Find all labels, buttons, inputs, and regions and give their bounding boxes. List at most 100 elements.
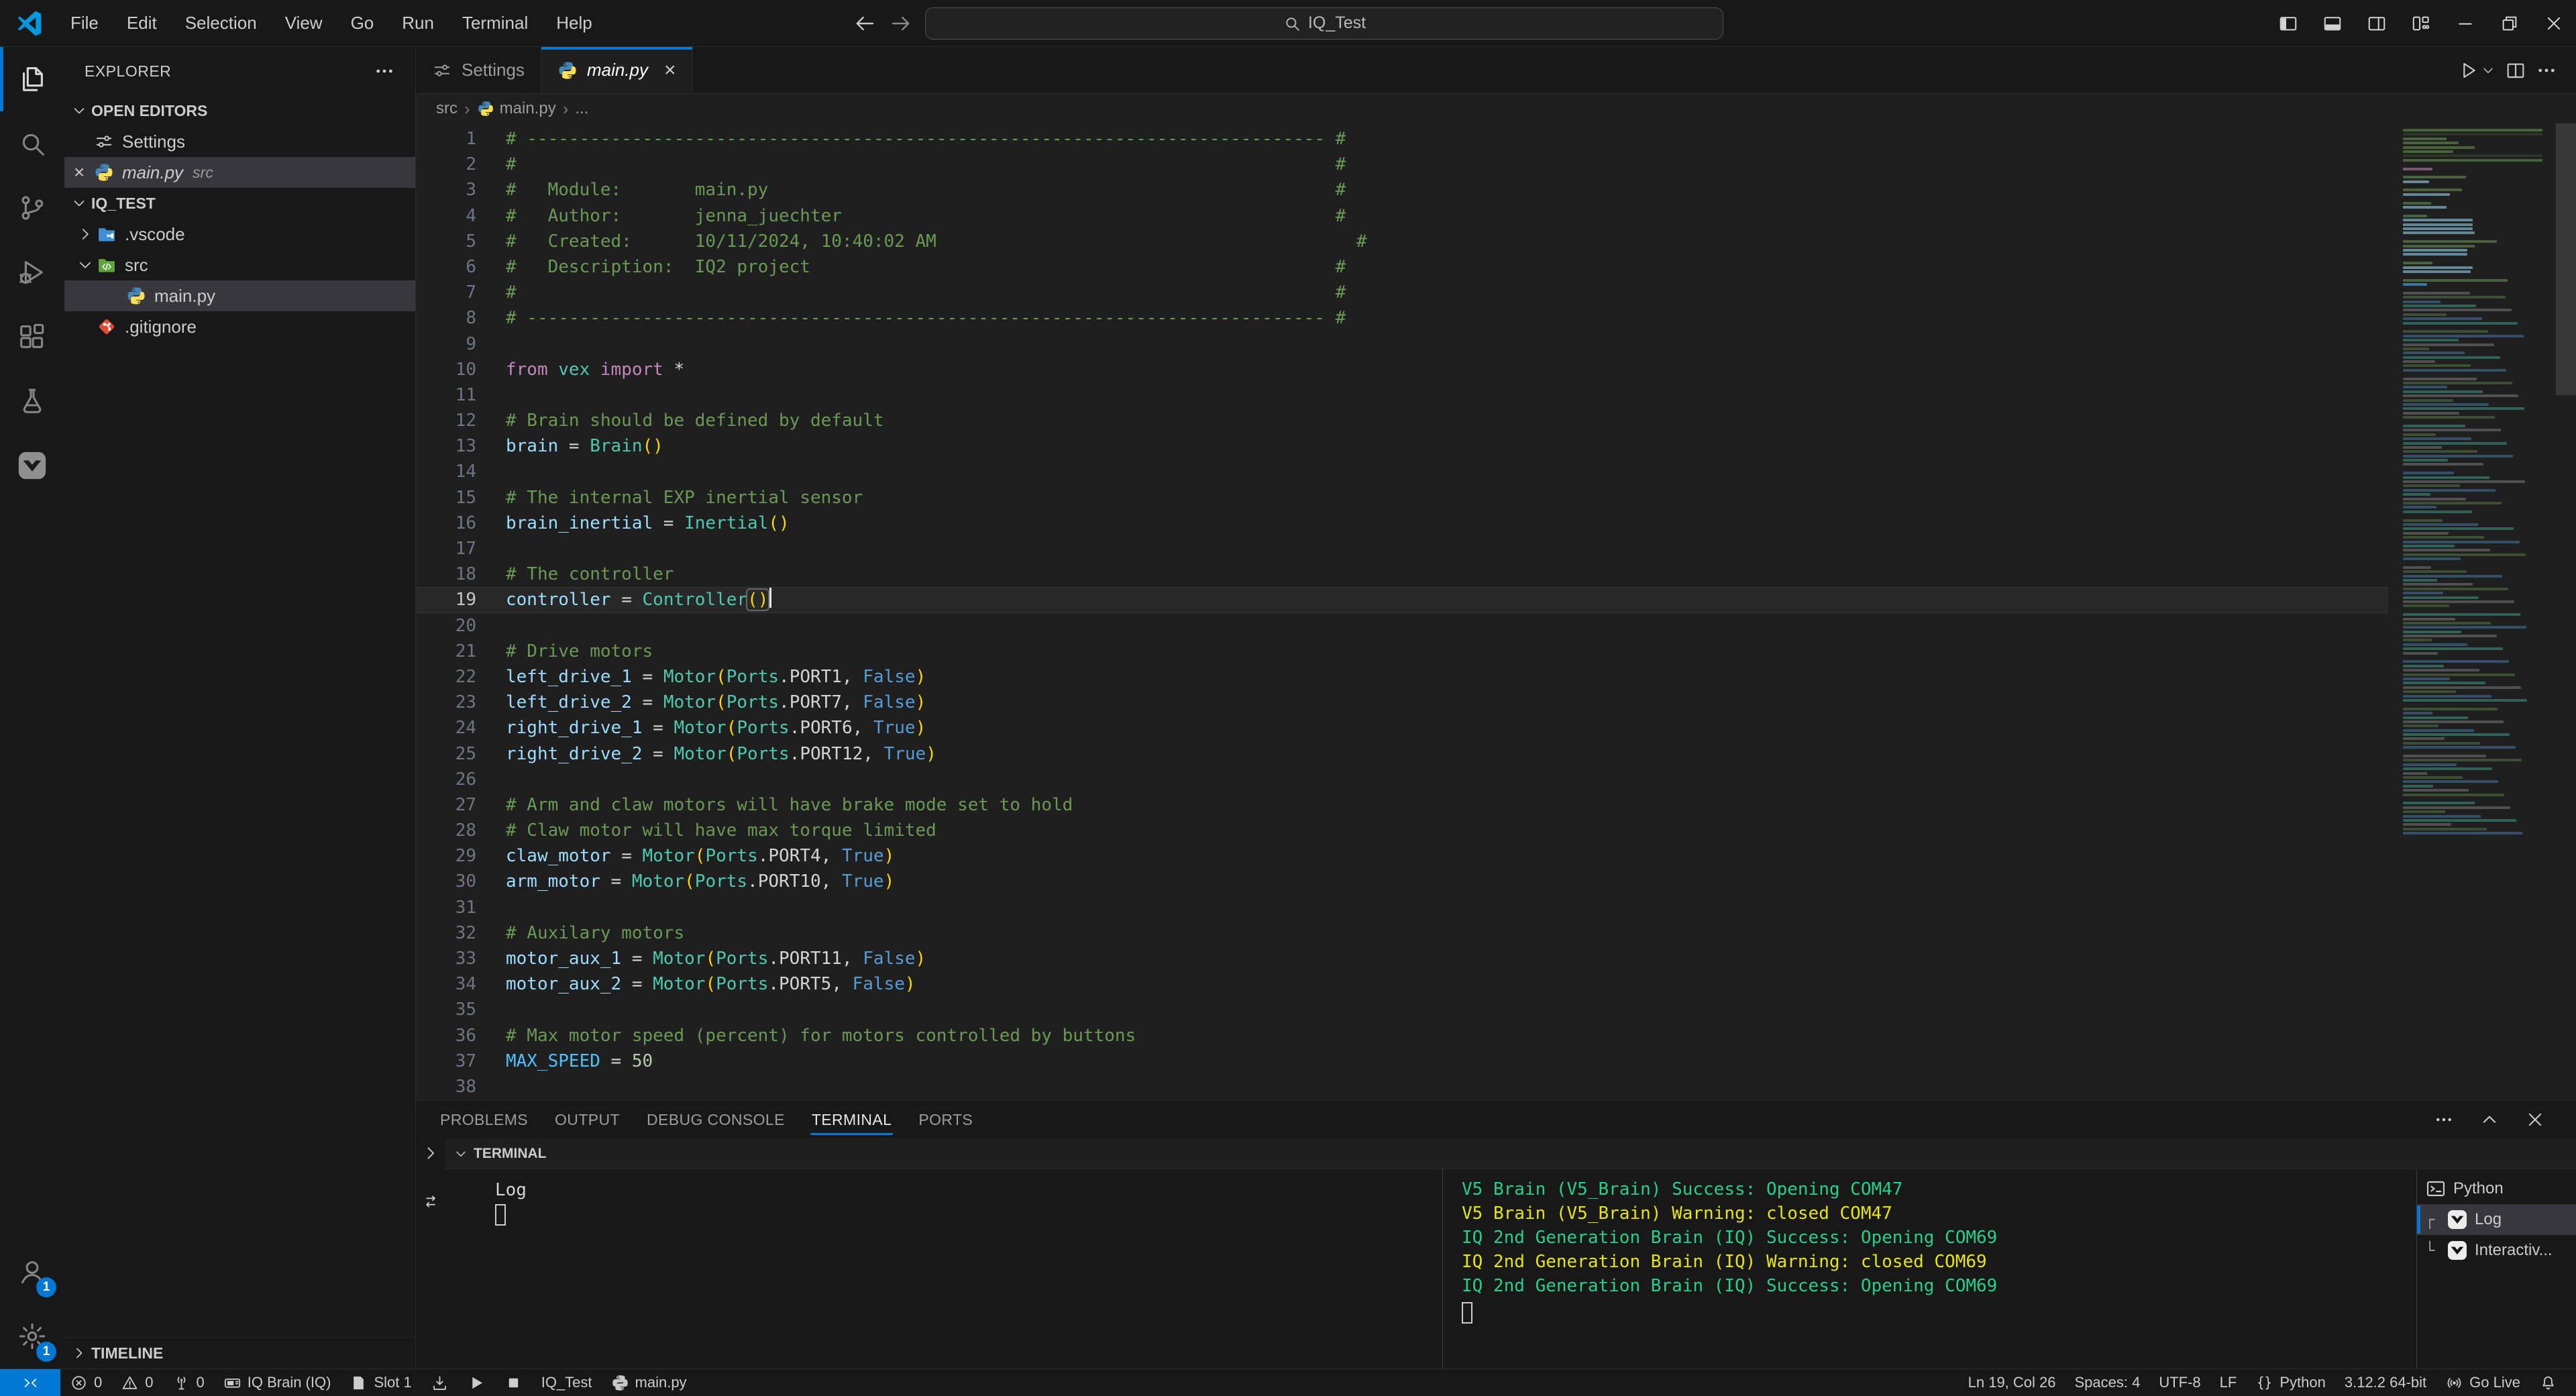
status-vex-slot[interactable]: Slot 1 xyxy=(340,1369,421,1396)
section-workspace[interactable]: IQ_TEST xyxy=(64,188,415,219)
editor-scrollbar[interactable] xyxy=(2556,123,2576,395)
activity-testing[interactable] xyxy=(0,369,64,433)
code-line-8[interactable]: 8 # ------------------------------------… xyxy=(416,305,2388,331)
open-editor-Settings[interactable]: Settings xyxy=(64,126,415,157)
status-vex-device[interactable]: IQ Brain (IQ) xyxy=(214,1369,341,1396)
file-item-main.py[interactable]: main.py xyxy=(64,280,415,311)
code-line-21[interactable]: 21 # Drive motors xyxy=(416,639,2388,664)
code-line-7[interactable]: 7 # # xyxy=(416,280,2388,305)
code-line-1[interactable]: 1 # ------------------------------------… xyxy=(416,126,2388,152)
terminal-instance-Interactiv[interactable]: └ Interactiv... xyxy=(2417,1235,2576,1266)
panel-more-actions-icon[interactable] xyxy=(2434,1110,2454,1130)
panel-tab-terminal[interactable]: TERMINAL xyxy=(798,1101,906,1138)
code-line-18[interactable]: 18 # The controller xyxy=(416,561,2388,587)
code-line-4[interactable]: 4 # Author: jenna_juechter # xyxy=(416,203,2388,229)
code-line-23[interactable]: 23 left_drive_2 = Motor(Ports.PORT7, Fal… xyxy=(416,690,2388,715)
code-area[interactable]: 1 # ------------------------------------… xyxy=(416,126,2388,1099)
code-line-25[interactable]: 25 right_drive_2 = Motor(Ports.PORT12, T… xyxy=(416,741,2388,767)
breadcrumb-item[interactable]: main.py xyxy=(477,99,556,118)
tab-main.py[interactable]: main.py × xyxy=(541,47,693,93)
file-item-.vscode[interactable]: .vscode xyxy=(64,219,415,250)
close-tab-icon[interactable]: × xyxy=(664,59,676,82)
accounts-button[interactable]: 1 xyxy=(0,1240,64,1304)
status-project-name[interactable]: IQ_Test xyxy=(532,1369,602,1396)
code-line-35[interactable]: 35 xyxy=(416,997,2388,1022)
terminal-instance-Log[interactable]: ┌ Log xyxy=(2417,1204,2576,1235)
code-line-26[interactable]: 26 xyxy=(416,767,2388,792)
code-line-12[interactable]: 12 # Brain should be defined by default xyxy=(416,408,2388,433)
code-line-34[interactable]: 34 motor_aux_2 = Motor(Ports.PORT5, Fals… xyxy=(416,971,2388,997)
breadcrumb-item[interactable]: src xyxy=(436,99,458,118)
activity-extensions[interactable] xyxy=(0,305,64,369)
menu-file[interactable]: File xyxy=(56,0,113,46)
code-line-36[interactable]: 36 # Max motor speed (percent) for motor… xyxy=(416,1023,2388,1049)
menu-view[interactable]: View xyxy=(271,0,337,46)
status-device-connections[interactable]: 0 xyxy=(163,1369,214,1396)
panel-tab-output[interactable]: OUTPUT xyxy=(541,1101,633,1138)
terminal-output-pane[interactable]: V5 Brain (V5_Brain) Success: Opening COM… xyxy=(1442,1169,2416,1368)
minimize-button[interactable] xyxy=(2443,0,2487,46)
menu-terminal[interactable]: Terminal xyxy=(448,0,542,46)
editor[interactable]: 1 # ------------------------------------… xyxy=(416,123,2576,1100)
status-indentation[interactable]: Spaces: 4 xyxy=(2065,1369,2150,1396)
run-python-file-button[interactable] xyxy=(2458,60,2496,81)
code-line-38[interactable]: 38 xyxy=(416,1074,2388,1099)
status-play-button[interactable] xyxy=(458,1369,495,1396)
panel-tab-problems[interactable]: PROBLEMS xyxy=(427,1101,541,1138)
status-notifications[interactable] xyxy=(2530,1369,2567,1396)
code-line-17[interactable]: 17 xyxy=(416,536,2388,561)
status-download-button[interactable] xyxy=(421,1369,458,1396)
code-line-13[interactable]: 13 brain = Brain() xyxy=(416,433,2388,459)
code-line-31[interactable]: 31 xyxy=(416,895,2388,920)
breadcrumb[interactable]: src› main.py› ... xyxy=(416,94,2576,123)
toggle-secondary-sidebar-button[interactable] xyxy=(2355,0,2399,46)
code-line-11[interactable]: 11 xyxy=(416,382,2388,408)
code-line-27[interactable]: 27 # Arm and claw motors will have brake… xyxy=(416,792,2388,818)
navigate-back-icon[interactable] xyxy=(853,11,877,36)
status-problems-errors[interactable]: 0 xyxy=(60,1369,111,1396)
code-line-19[interactable]: 19 controller = Controller() xyxy=(416,587,2388,612)
explorer-more-actions-icon[interactable] xyxy=(374,60,395,82)
code-line-24[interactable]: 24 right_drive_1 = Motor(Ports.PORT6, Tr… xyxy=(416,715,2388,741)
expand-terminal-icon[interactable] xyxy=(421,1144,440,1163)
code-line-22[interactable]: 22 left_drive_1 = Motor(Ports.PORT1, Fal… xyxy=(416,664,2388,690)
code-line-10[interactable]: 10 from vex import * xyxy=(416,357,2388,382)
activity-vex[interactable] xyxy=(0,433,64,498)
code-line-5[interactable]: 5 # Created: 10/11/2024, 10:40:02 AM # xyxy=(416,229,2388,254)
terminal-switch-icon[interactable] xyxy=(421,1192,440,1211)
file-item-.gitignore[interactable]: .gitignore xyxy=(64,311,415,342)
code-line-9[interactable]: 9 xyxy=(416,331,2388,357)
terminal-log-pane[interactable]: Log xyxy=(445,1169,1442,1368)
code-line-15[interactable]: 15 # The internal EXP inertial sensor xyxy=(416,485,2388,511)
activity-source-control[interactable] xyxy=(0,176,64,240)
open-editor-main.py[interactable]: × main.py src xyxy=(64,157,415,188)
toggle-panel-button[interactable] xyxy=(2310,0,2355,46)
status-remote-indicator[interactable] xyxy=(0,1369,60,1396)
activity-explorer[interactable] xyxy=(0,47,64,111)
close-panel-icon[interactable] xyxy=(2525,1110,2545,1130)
terminal-section-header[interactable]: TERMINAL xyxy=(445,1138,2576,1169)
maximize-panel-icon[interactable] xyxy=(2479,1110,2500,1130)
editor-more-actions-button[interactable] xyxy=(2536,60,2557,81)
status-python-version[interactable]: 3.12.2 64-bit xyxy=(2335,1369,2436,1396)
code-line-29[interactable]: 29 claw_motor = Motor(Ports.PORT4, True) xyxy=(416,843,2388,869)
navigate-forward-icon[interactable] xyxy=(889,11,913,36)
panel-tab-ports[interactable]: PORTS xyxy=(905,1101,986,1138)
status-active-file[interactable]: main.py xyxy=(602,1369,696,1396)
section-open-editors[interactable]: OPEN EDITORS xyxy=(64,95,415,126)
code-line-14[interactable]: 14 xyxy=(416,459,2388,484)
panel-tab-debug-console[interactable]: DEBUG CONSOLE xyxy=(633,1101,798,1138)
manage-button[interactable]: 1 xyxy=(0,1304,64,1368)
toggle-sidebar-button[interactable] xyxy=(2266,0,2310,46)
code-line-16[interactable]: 16 brain_inertial = Inertial() xyxy=(416,511,2388,536)
tab-Settings[interactable]: Settings xyxy=(416,47,541,93)
restore-button[interactable] xyxy=(2487,0,2532,46)
status-cursor-position[interactable]: Ln 19, Col 26 xyxy=(1959,1369,2065,1396)
activity-run-debug[interactable] xyxy=(0,240,64,305)
code-line-3[interactable]: 3 # Module: main.py # xyxy=(416,177,2388,203)
code-line-28[interactable]: 28 # Claw motor will have max torque lim… xyxy=(416,818,2388,843)
status-go-live[interactable]: Go Live xyxy=(2436,1369,2530,1396)
section-timeline[interactable]: TIMELINE xyxy=(64,1337,415,1368)
activity-search[interactable] xyxy=(0,111,64,176)
menu-help[interactable]: Help xyxy=(542,0,606,46)
